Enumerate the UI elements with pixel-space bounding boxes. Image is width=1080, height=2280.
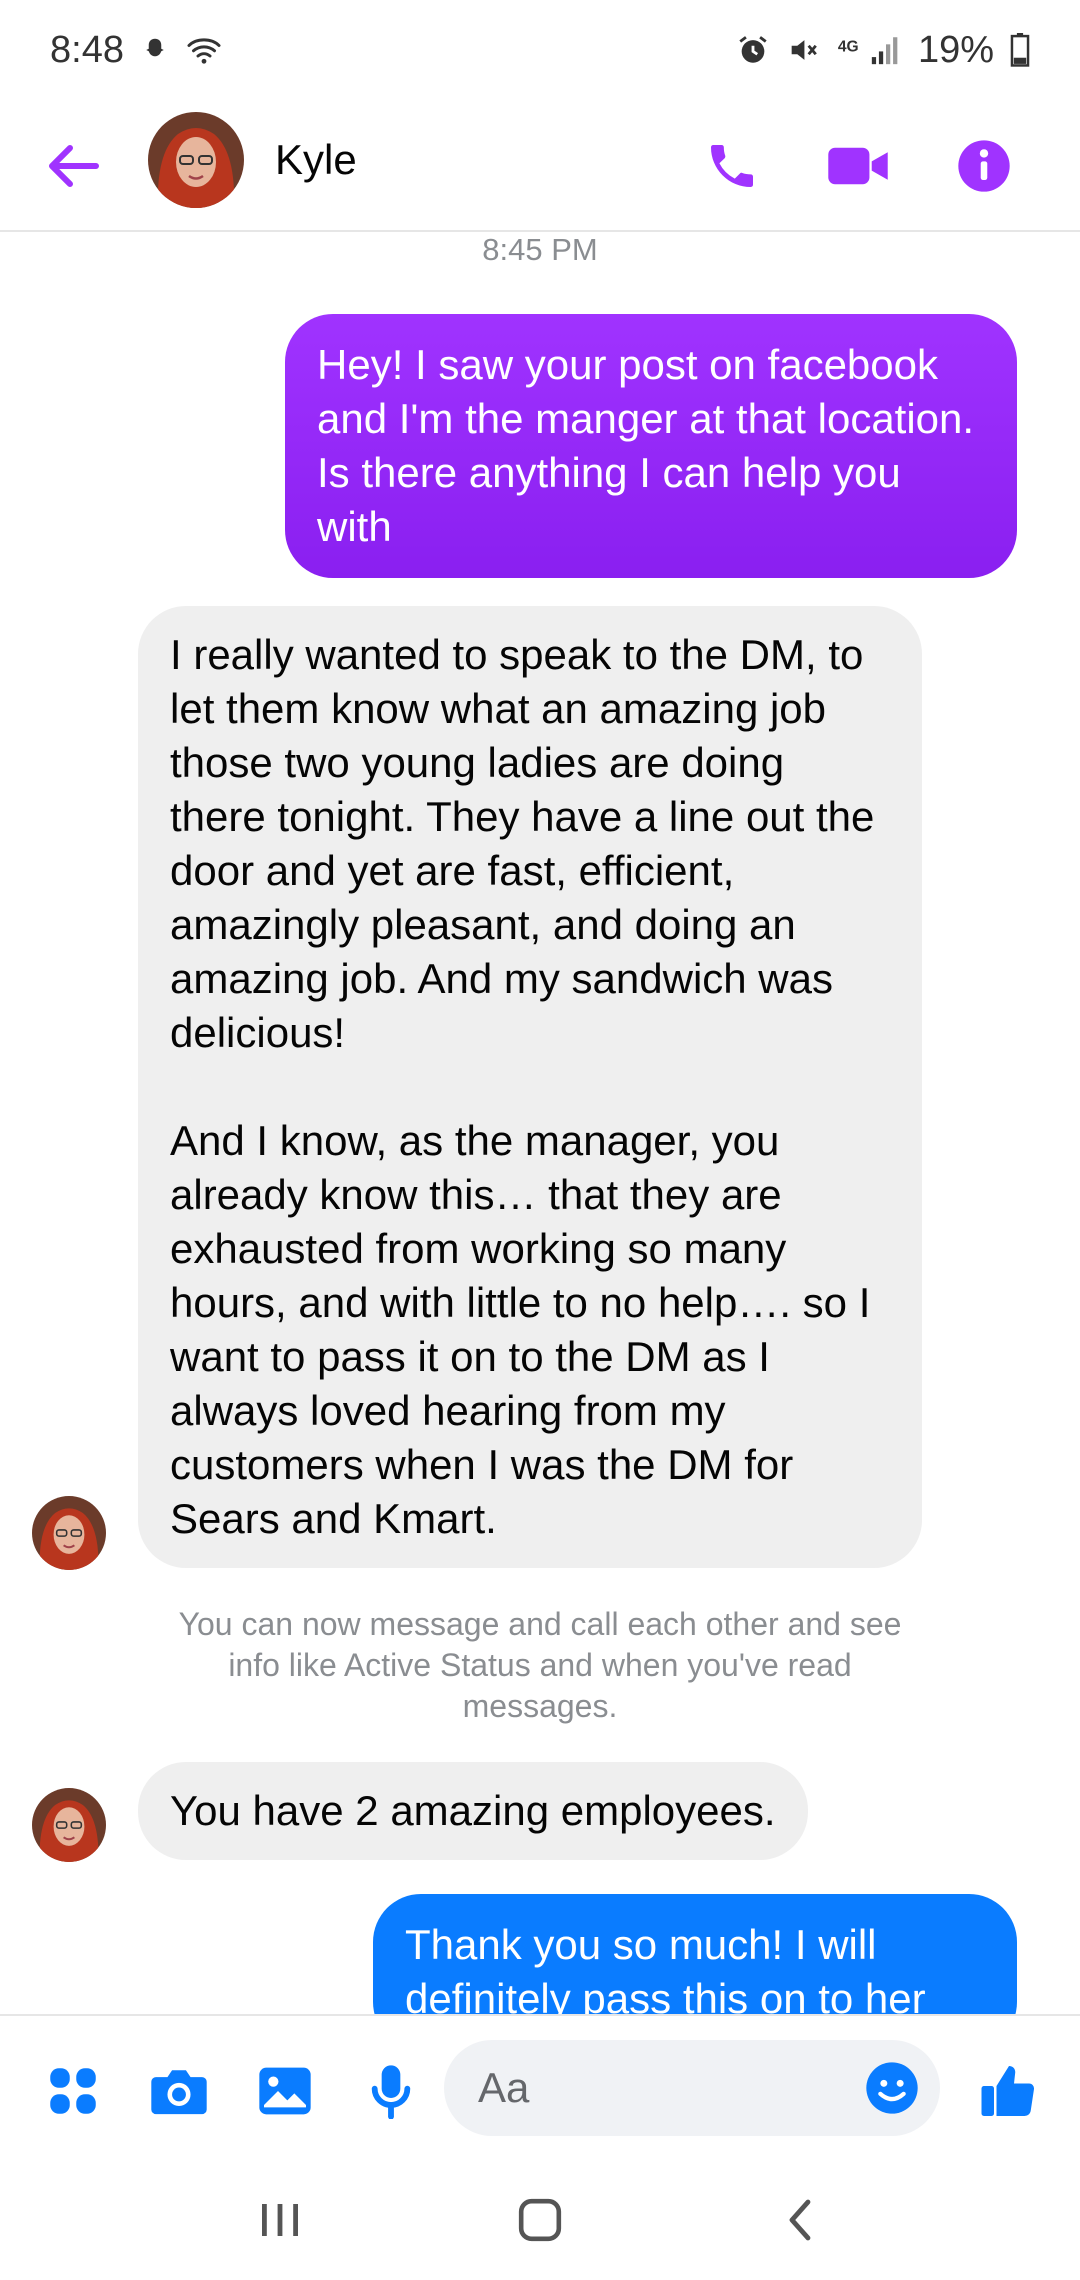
gallery-icon [259,2067,311,2115]
outgoing-message[interactable]: Thank you so much! I will definitely pas… [373,1894,1017,2014]
camera-icon [151,2070,207,2115]
microphone-icon [371,2065,411,2119]
message-input[interactable]: Aa [444,2040,940,2136]
status-left: 8:48 [50,29,222,72]
video-call-button[interactable] [822,130,894,202]
outgoing-message[interactable]: Hey! I saw your post on facebook and I'm… [285,314,1017,578]
recents-button[interactable] [240,2180,320,2260]
system-back-button[interactable] [760,2180,840,2260]
emoji-button[interactable] [858,2054,926,2122]
snapchat-notification-icon [140,35,170,65]
status-bar: 8:48 4G 19% [0,0,1080,100]
contact-avatar[interactable] [148,112,244,208]
wifi-icon [186,35,222,65]
home-icon [518,2198,562,2242]
voice-record-button[interactable] [356,2056,426,2126]
home-button[interactable] [500,2180,580,2260]
gallery-button[interactable] [250,2056,320,2126]
video-icon [828,147,888,185]
lte-signal-icon: 4G [836,33,902,67]
phone-icon [711,145,753,187]
incoming-message[interactable]: You have 2 amazing employees. [138,1762,808,1860]
alarm-icon [736,33,770,67]
svg-text:4G: 4G [838,38,859,55]
message-input-placeholder: Aa [478,2064,530,2111]
battery-icon [1010,33,1030,67]
sender-avatar[interactable] [32,1788,106,1862]
mute-icon [786,33,820,67]
apps-icon [50,2068,96,2114]
emoji-icon [866,2062,918,2114]
status-time: 8:48 [50,28,124,71]
conversation-info-button[interactable] [948,130,1020,202]
system-navigation-bar [0,2160,1080,2280]
back-button[interactable] [42,134,106,198]
recents-icon [262,2204,298,2236]
nav-back-icon [789,2199,811,2241]
info-icon [958,140,1010,192]
incoming-message[interactable]: I really wanted to speak to the DM, to l… [138,606,922,1568]
apps-button[interactable] [38,2056,108,2126]
back-arrow-icon [49,145,99,187]
status-right: 4G 19% [736,29,1030,72]
camera-button[interactable] [144,2056,214,2126]
contact-name[interactable]: Kyle [275,136,357,184]
chat-header: Kyle [0,100,1080,232]
message-timestamp: 8:45 PM [482,232,598,267]
voice-call-button[interactable] [696,130,768,202]
message-composer: Aa [0,2014,1080,2160]
battery-percent: 19% [917,28,994,71]
system-notice: You can now message and call each other … [178,1606,902,1724]
message-list[interactable]: 8:45 PM Hey! I saw your post on facebook… [0,232,1080,2014]
like-button[interactable] [974,2056,1044,2126]
sender-avatar[interactable] [32,1496,106,1570]
thumbs-up-icon [981,2066,1035,2117]
